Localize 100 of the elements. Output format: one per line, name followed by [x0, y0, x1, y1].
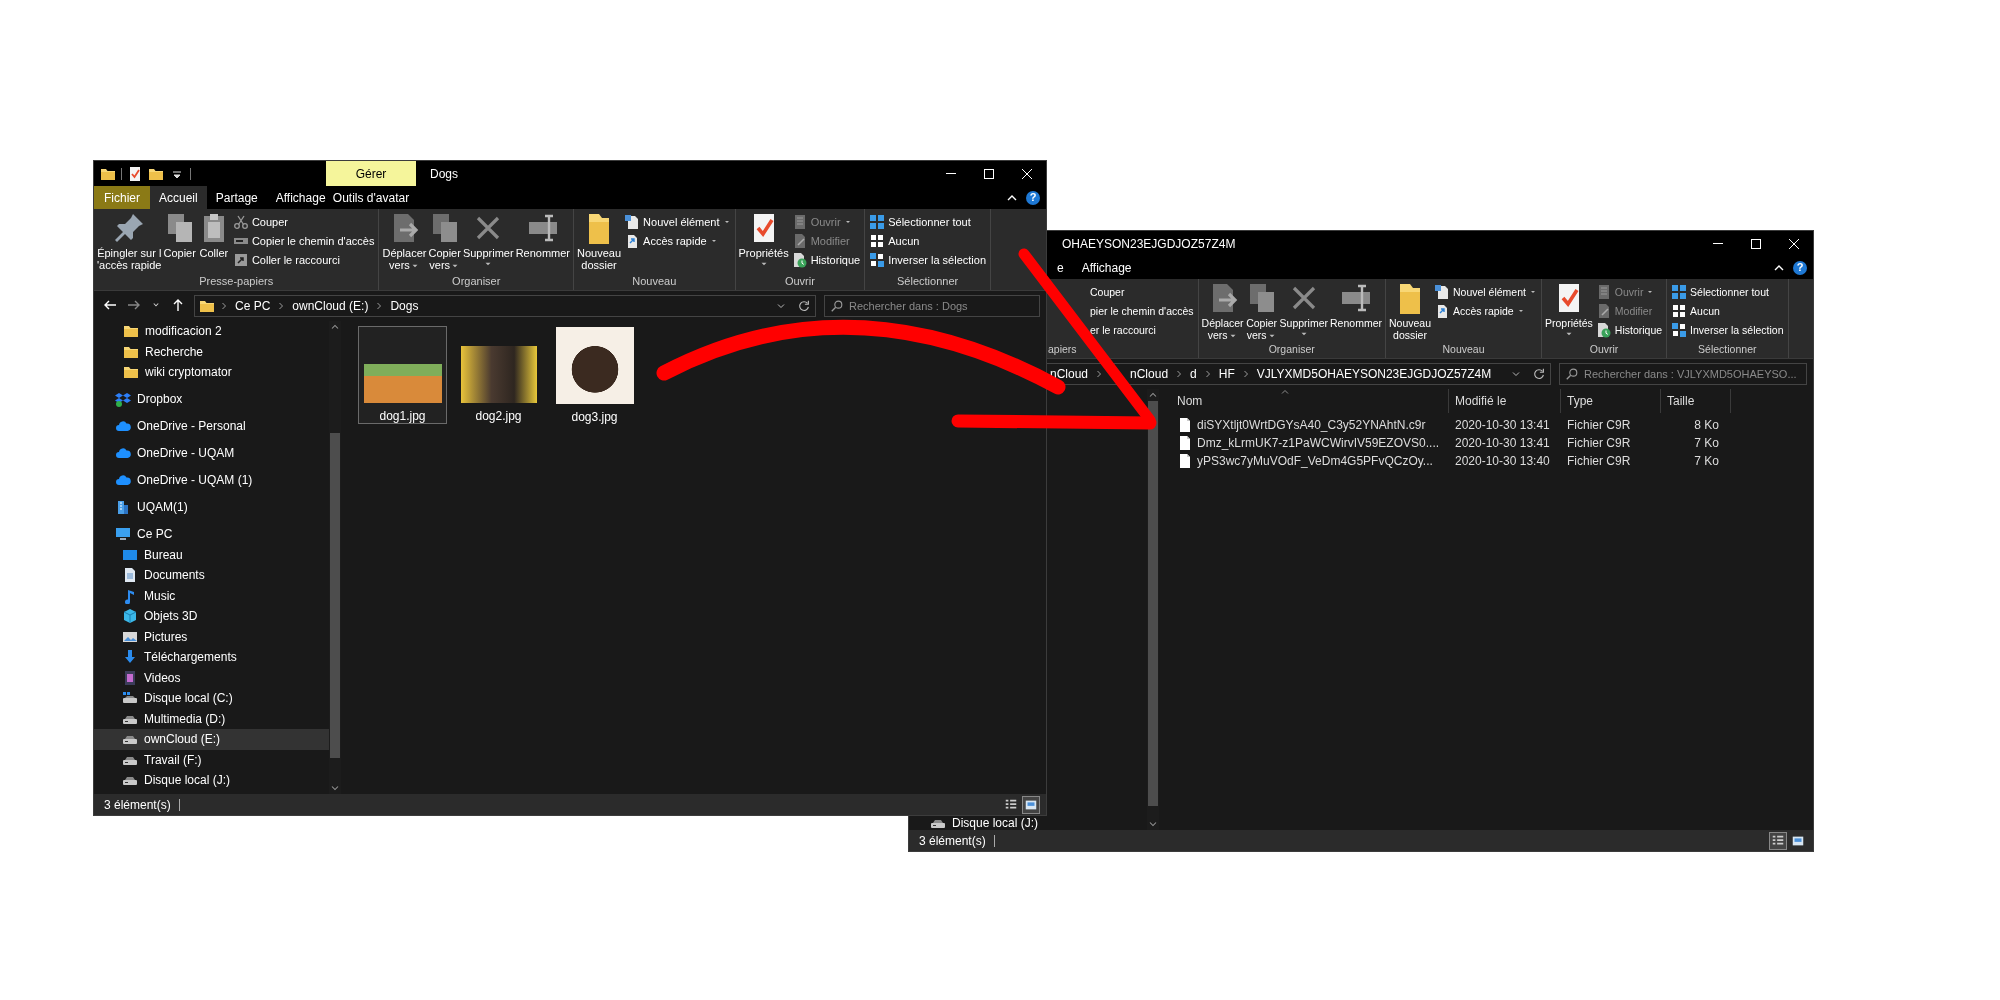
ribbon-button[interactable]: Sélectionner tout: [867, 212, 988, 231]
search-field[interactable]: Rechercher dans : Dogs: [824, 295, 1040, 317]
ribbon-button[interactable]: Copier le chemin d'accès: [230, 231, 377, 250]
breadcrumb[interactable]: Dogs: [388, 299, 421, 313]
nav-item[interactable]: UQAM(1): [94, 497, 329, 518]
nav-item[interactable]: Disque local (C:): [94, 688, 329, 709]
breadcrumb[interactable]: nCloud: [1128, 367, 1171, 381]
ribbon-button[interactable]: Nouveau dossier: [1387, 282, 1432, 343]
nav-item[interactable]: Objets 3D: [94, 606, 329, 627]
document-icon: [122, 567, 138, 584]
table-cell-text: 2020-10-30 13:40: [1454, 454, 1551, 468]
view-toggle[interactable]: [1769, 831, 1787, 850]
details-view-icon: [1771, 833, 1785, 848]
ribbon-tab[interactable]: Affichage: [1072, 256, 1141, 279]
ribbon-button[interactable]: Couper: [1088, 282, 1196, 301]
ribbon-button[interactable]: Coller: [196, 212, 231, 275]
ribbon-button[interactable]: er le raccourci: [1088, 320, 1196, 339]
ribbon-tab[interactable]: Outils d'avatar: [326, 186, 416, 209]
breadcrumb[interactable]: Ce PC: [233, 299, 273, 313]
ribbon-button[interactable]: Renommer: [1329, 282, 1383, 343]
nav-item[interactable]: modificacion 2: [94, 321, 329, 342]
ribbon-button[interactable]: Nouveau dossier: [576, 212, 623, 275]
details-view-icon: [1004, 797, 1018, 812]
nav-item[interactable]: Pictures: [94, 626, 329, 647]
nav-item[interactable]: OneDrive - UQAM: [94, 443, 329, 464]
nav-item[interactable]: Documents: [94, 565, 329, 586]
ribbon-tab[interactable]: Accueil: [150, 186, 207, 209]
nav-item[interactable]: Disque local (J:): [909, 815, 1147, 830]
ribbon-button[interactable]: Déplacer vers: [381, 212, 428, 275]
ribbon-tab[interactable]: e: [1048, 256, 1073, 279]
column-header[interactable]: Modifié le: [1449, 389, 1561, 413]
ribbon-tab[interactable]: Partage: [206, 186, 267, 209]
nav-item[interactable]: Téléchargements: [94, 647, 329, 668]
ribbon-button[interactable]: Accès rapide: [1432, 301, 1539, 320]
nav-item[interactable]: ownCloud (E:): [94, 729, 329, 750]
nav-item[interactable]: Music: [94, 585, 329, 606]
ribbon-button[interactable]: Copier: [162, 212, 197, 275]
nav-item[interactable]: OneDrive - Personal: [94, 416, 329, 437]
ribbon-button[interactable]: Copier vers: [427, 212, 462, 275]
minimize-icon: [946, 173, 956, 174]
nav-item[interactable]: wiki cryptomator: [94, 362, 329, 383]
breadcrumb[interactable]: VJLYXMD5OHAEYSON23EJGDJOZ57Z4M: [1254, 367, 1494, 381]
help-button[interactable]: ?: [1793, 260, 1807, 275]
ribbon-button[interactable]: Coller le raccourci: [230, 250, 377, 269]
breadcrumb[interactable]: nCloud: [1048, 367, 1091, 381]
breadcrumb[interactable]: ownCloud (E:): [290, 299, 371, 313]
search-input[interactable]: Rechercher dans : VJLYXMD5OHAEYSO...: [1584, 368, 1801, 380]
file-name[interactable]: yPS3wc7yMuVOdF_VeDm4G5PFvQCzOy...: [1197, 454, 1433, 468]
file-tile[interactable]: dog2.jpg: [454, 326, 543, 424]
ribbon-button[interactable]: Épingler sur l 'accès rapide: [96, 212, 163, 275]
ribbon-button[interactable]: Aucun: [867, 231, 988, 250]
ribbon-button[interactable]: Historique: [789, 250, 863, 269]
ribbon-button[interactable]: Sélectionner tout: [1669, 282, 1786, 301]
ribbon-button[interactable]: Nouvel élément: [622, 212, 733, 231]
scrollbar[interactable]: [1147, 389, 1159, 830]
nav-item[interactable]: Bureau: [94, 544, 329, 565]
search-field[interactable]: Rechercher dans : VJLYXMD5OHAEYSO...: [1559, 363, 1807, 385]
file-name[interactable]: diSYXtljt0WrtDGYsA40_C3y52YNAhtN.c9r: [1197, 418, 1426, 432]
ribbon-button[interactable]: Renommer: [514, 212, 572, 275]
ribbon-button[interactable]: Aucun: [1669, 301, 1786, 320]
column-header[interactable]: Taille: [1661, 389, 1731, 413]
ribbon-button[interactable]: Historique: [1593, 320, 1665, 339]
file-name[interactable]: Dmz_kLrmUK7-z1PaWCWirvIV59EZOVS0....: [1197, 436, 1440, 450]
ribbon-button[interactable]: Inverser la sélection: [867, 250, 988, 269]
new-item-icon: [1434, 283, 1450, 300]
nav-item[interactable]: Recherche: [94, 341, 329, 362]
help-button[interactable]: ?: [1026, 190, 1040, 205]
file-tile[interactable]: dog3.jpg: [550, 326, 639, 424]
ribbon-button[interactable]: Nouvel élément: [1432, 282, 1539, 301]
ribbon-button[interactable]: Supprimer: [1278, 282, 1330, 343]
grid-icon: [1671, 283, 1688, 300]
scrollbar[interactable]: [329, 321, 341, 794]
ribbon-button[interactable]: Couper: [230, 212, 377, 231]
ribbon-button[interactable]: Supprimer: [461, 212, 515, 275]
nav-item[interactable]: Ce PC: [94, 524, 329, 545]
nav-item[interactable]: OneDrive - UQAM (1): [94, 470, 329, 491]
ribbon-button[interactable]: Propriétés: [737, 212, 790, 275]
ribbon-button[interactable]: Propriétés: [1543, 282, 1594, 343]
nav-item[interactable]: Travail (F:): [94, 749, 329, 770]
view-toggle[interactable]: [1022, 795, 1040, 814]
ribbon-button[interactable]: Copier vers: [1244, 282, 1279, 343]
group-label: Organiser: [451, 275, 502, 289]
address-bar[interactable]: Ce PC ownCloud (E:) Dogs: [194, 295, 816, 317]
breadcrumb[interactable]: d: [1188, 367, 1199, 381]
nav-item[interactable]: Dropbox: [94, 389, 329, 410]
text-cursor-icon: [526, 212, 559, 244]
breadcrumb[interactable]: HF: [1216, 367, 1237, 381]
file-tile[interactable]: dog1.jpg: [358, 326, 447, 424]
ribbon-button[interactable]: pier le chemin d'accès: [1088, 301, 1196, 320]
column-header[interactable]: Type: [1561, 389, 1661, 413]
nav-item[interactable]: Multimedia (D:): [94, 708, 329, 729]
ribbon-button[interactable]: Déplacer vers: [1200, 282, 1245, 343]
table-cell-text: Fichier C9R: [1566, 418, 1632, 432]
ribbon-button[interactable]: Inverser la sélection: [1669, 320, 1786, 339]
search-input[interactable]: Rechercher dans : Dogs: [849, 300, 1034, 312]
ribbon-tab[interactable]: Fichier: [94, 186, 150, 209]
ribbon-button[interactable]: Accès rapide: [622, 231, 733, 250]
column-header[interactable]: Nom: [1171, 389, 1449, 413]
nav-item[interactable]: Disque local (J:): [94, 770, 329, 791]
nav-item[interactable]: Videos: [94, 667, 329, 688]
